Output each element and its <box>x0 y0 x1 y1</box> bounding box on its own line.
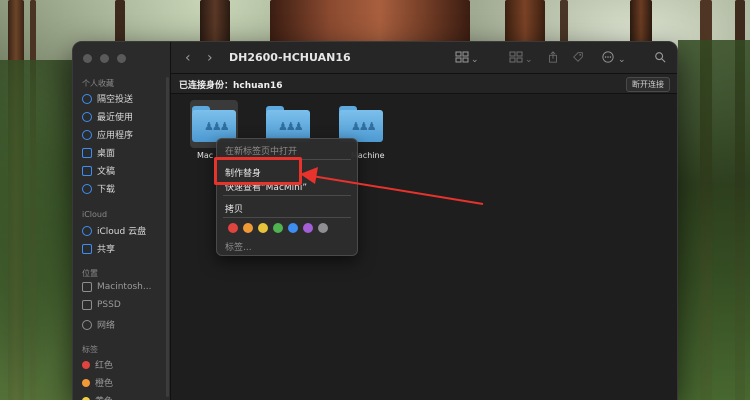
sidebar-item-tag-yellow[interactable]: 黄色 <box>82 394 113 400</box>
chevron-down-icon[interactable]: ⌄ <box>471 53 479 67</box>
connected-as-label: 已连接身份：hchuan16 <box>179 81 283 91</box>
people-icon: ♟♟♟ <box>351 120 377 133</box>
chevron-down-icon[interactable]: ⌄ <box>525 53 533 67</box>
clock-icon <box>82 111 92 122</box>
disk-icon <box>82 282 92 292</box>
sidebar-item-shared[interactable]: 共享 <box>82 242 115 255</box>
window-controls <box>83 54 126 63</box>
sidebar-item-label: 共享 <box>97 245 116 255</box>
sidebar-item-label: PSSD <box>97 300 121 310</box>
tag-dot-icon <box>82 378 90 387</box>
sidebar-item-applications[interactable]: 应用程序 <box>82 128 133 141</box>
desktop-icon <box>82 147 92 158</box>
shared-folder-item[interactable]: ♟♟♟ <box>192 106 236 142</box>
sidebar-item-label: 隔空投送 <box>97 95 134 105</box>
menu-item-copy[interactable]: 拷贝 <box>225 202 243 215</box>
chevron-down-icon[interactable]: ⌄ <box>618 53 626 67</box>
tag-red-swatch[interactable] <box>228 223 238 233</box>
favorites-header: 个人收藏 <box>82 79 114 88</box>
annotation-highlight-box <box>214 157 302 185</box>
tag-dot-icon <box>82 396 90 400</box>
sidebar-item-label: 桌面 <box>97 149 116 159</box>
back-icon[interactable]: ‹ <box>185 51 191 65</box>
menu-item-open-in-new-tab[interactable]: 在新标签页中打开 <box>225 144 297 157</box>
people-icon: ♟♟♟ <box>204 120 230 133</box>
sidebar-item-documents[interactable]: 文稿 <box>82 164 115 177</box>
tag-icon[interactable] <box>571 51 585 63</box>
applications-icon <box>82 129 92 140</box>
search-icon[interactable] <box>653 51 667 63</box>
close-button[interactable] <box>83 54 92 63</box>
sidebar-item-downloads[interactable]: 下载 <box>82 182 115 195</box>
menu-item-tags[interactable]: 标签... <box>225 240 252 253</box>
sidebar-item-airdrop[interactable]: 隔空投送 <box>82 92 133 105</box>
sidebar-item-label: 网络 <box>97 321 116 331</box>
sidebar-item-label: Macintosh... <box>97 282 152 292</box>
people-icon: ♟♟♟ <box>278 120 304 133</box>
shared-folder-icon <box>82 243 92 254</box>
sidebar-item-tag-red[interactable]: 红色 <box>82 358 113 371</box>
airdrop-icon <box>82 93 92 104</box>
shared-folder-item[interactable]: ♟♟♟ <box>266 106 310 142</box>
group-icon[interactable] <box>509 51 523 63</box>
tag-purple-swatch[interactable] <box>303 223 313 233</box>
sidebar-item-macintosh-hd[interactable]: Macintosh... <box>82 282 151 292</box>
connection-bar: 已连接身份：hchuan16 断开连接 <box>171 74 677 94</box>
sidebar-item-label: 黄色 <box>95 394 113 400</box>
minimize-button[interactable] <box>100 54 109 63</box>
sidebar-item-icloud-drive[interactable]: iCloud 云盘 <box>82 224 146 237</box>
toolbar: ‹ › DH2600-HCHUAN16 ⌄ ⌄ ⌄ <box>171 42 677 74</box>
sidebar-item-label: iCloud 云盘 <box>97 227 147 237</box>
network-icon <box>82 319 92 330</box>
sidebar-item-label: 应用程序 <box>97 131 134 141</box>
more-actions-icon[interactable] <box>601 51 615 63</box>
sidebar-item-desktop[interactable]: 桌面 <box>82 146 115 159</box>
foliage <box>0 60 72 400</box>
sidebar-item-network[interactable]: 网络 <box>82 318 115 331</box>
tag-blue-swatch[interactable] <box>288 223 298 233</box>
sidebar-item-label: 橙色 <box>95 379 114 389</box>
forward-icon[interactable]: › <box>207 51 213 65</box>
menu-separator <box>223 217 351 218</box>
cloud-icon <box>82 225 92 236</box>
context-menu: 在新标签页中打开 制作替身 快速查看“MacMini” 拷贝 标签... <box>216 138 358 256</box>
icloud-header: iCloud <box>82 210 108 219</box>
locations-header: 位置 <box>82 269 98 278</box>
sidebar-item-recents[interactable]: 最近使用 <box>82 110 133 123</box>
sidebar: 个人收藏 隔空投送 最近使用 应用程序 桌面 文稿 下载 iCloud iClo… <box>73 42 171 400</box>
share-icon[interactable] <box>546 51 560 63</box>
tag-yellow-swatch[interactable] <box>258 223 268 233</box>
download-icon <box>82 183 92 194</box>
tag-gray-swatch[interactable] <box>318 223 328 233</box>
window-title: DH2600-HCHUAN16 <box>229 51 351 64</box>
sidebar-item-label: 红色 <box>95 361 114 371</box>
sidebar-item-label: 文稿 <box>97 167 116 177</box>
menu-separator <box>223 195 351 196</box>
tag-green-swatch[interactable] <box>273 223 283 233</box>
folder-label[interactable]: Mac <box>197 151 213 160</box>
sidebar-item-tag-orange[interactable]: 橙色 <box>82 376 113 389</box>
document-icon <box>82 165 92 176</box>
sidebar-item-label: 最近使用 <box>97 113 134 123</box>
foliage <box>678 40 750 400</box>
tag-color-row <box>228 223 328 233</box>
sidebar-item-pssd[interactable]: PSSD <box>82 300 121 310</box>
disk-icon <box>82 300 92 310</box>
shared-folder-item[interactable]: ♟♟♟ <box>339 106 383 142</box>
grid-view-icon[interactable] <box>455 51 469 63</box>
disconnect-button[interactable]: 断开连接 <box>626 77 670 92</box>
tag-orange-swatch[interactable] <box>243 223 253 233</box>
sidebar-item-label: 下载 <box>97 185 116 195</box>
tags-header: 标签 <box>82 345 98 354</box>
tag-dot-icon <box>82 360 90 369</box>
finder-window: 个人收藏 隔空投送 最近使用 应用程序 桌面 文稿 下载 iCloud iClo… <box>72 41 678 400</box>
zoom-button[interactable] <box>117 54 126 63</box>
sidebar-scrollbar[interactable] <box>166 77 169 397</box>
